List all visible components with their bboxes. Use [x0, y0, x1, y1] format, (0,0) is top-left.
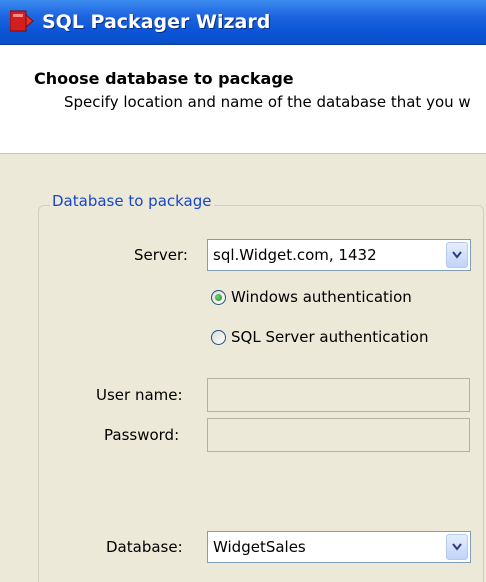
password-field[interactable]: [207, 418, 470, 452]
groupbox-label: Database to package: [50, 192, 214, 210]
page-title: Choose database to package: [34, 69, 294, 88]
sql-packager-icon: [9, 10, 34, 32]
windows-auth-radio[interactable]: [211, 290, 226, 305]
title-bar[interactable]: SQL Packager Wizard: [0, 0, 486, 45]
sql-auth-label[interactable]: SQL Server authentication: [231, 328, 428, 346]
windows-auth-label[interactable]: Windows authentication: [231, 288, 412, 306]
wizard-window: SQL Packager Wizard Choose database to p…: [0, 0, 486, 582]
database-value: WidgetSales: [213, 538, 306, 556]
sql-auth-radio[interactable]: [211, 330, 226, 345]
page-subtitle: Specify location and name of the databas…: [64, 93, 471, 111]
radio-selected-dot: [215, 294, 222, 301]
chevron-down-icon[interactable]: [446, 534, 468, 560]
server-label: Server:: [134, 246, 188, 264]
username-label: User name:: [96, 386, 183, 404]
password-label: Password:: [104, 426, 180, 444]
database-label: Database:: [106, 538, 183, 556]
chevron-down-icon[interactable]: [446, 242, 468, 268]
server-value: sql.Widget.com, 1432: [213, 246, 377, 264]
wizard-header: Choose database to package Specify locat…: [0, 45, 486, 154]
server-combo[interactable]: sql.Widget.com, 1432: [207, 239, 471, 271]
window-title: SQL Packager Wizard: [42, 11, 271, 33]
database-combo[interactable]: WidgetSales: [207, 531, 471, 563]
username-field[interactable]: [207, 378, 470, 412]
